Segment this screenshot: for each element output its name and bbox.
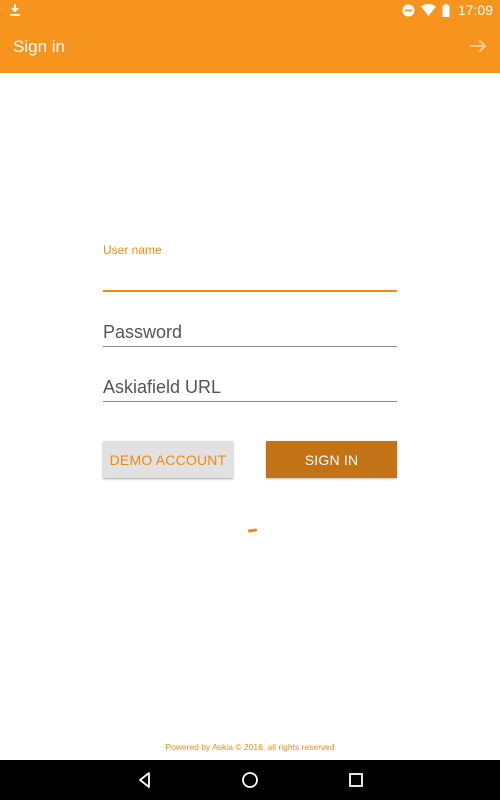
password-input[interactable] (103, 318, 397, 347)
home-icon[interactable] (241, 771, 259, 789)
wifi-icon (421, 4, 436, 16)
page-title: Sign in (13, 37, 65, 56)
recent-apps-icon[interactable] (347, 771, 365, 789)
status-time: 17:09 (457, 2, 493, 18)
askiafield-url-input[interactable] (103, 373, 397, 402)
arrow-forward-icon[interactable] (468, 36, 488, 56)
system-icons (402, 3, 450, 17)
app-bar: Sign in (0, 20, 500, 73)
username-label: User name (103, 243, 162, 257)
footer-text: Powered by Askia © 2016, all rights rese… (165, 742, 335, 752)
loading-spinner (247, 528, 258, 533)
download-icon (10, 4, 20, 16)
sign-in-button[interactable]: SIGN IN (266, 441, 397, 478)
back-icon[interactable] (136, 771, 154, 789)
username-input[interactable] (103, 264, 397, 292)
navigation-bar (0, 760, 500, 800)
do-not-disturb-icon (402, 4, 415, 16)
status-bar: 17:09 (0, 0, 500, 20)
demo-account-button[interactable]: DEMO ACCOUNT (103, 441, 233, 478)
battery-icon (442, 3, 450, 17)
